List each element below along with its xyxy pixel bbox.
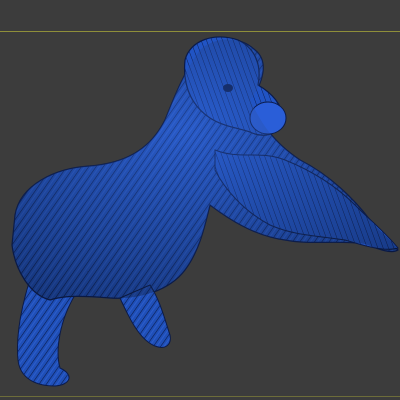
gorilla-model[interactable]: [0, 0, 400, 400]
3d-viewport[interactable]: [0, 0, 400, 400]
gorilla-shading: [12, 39, 398, 300]
